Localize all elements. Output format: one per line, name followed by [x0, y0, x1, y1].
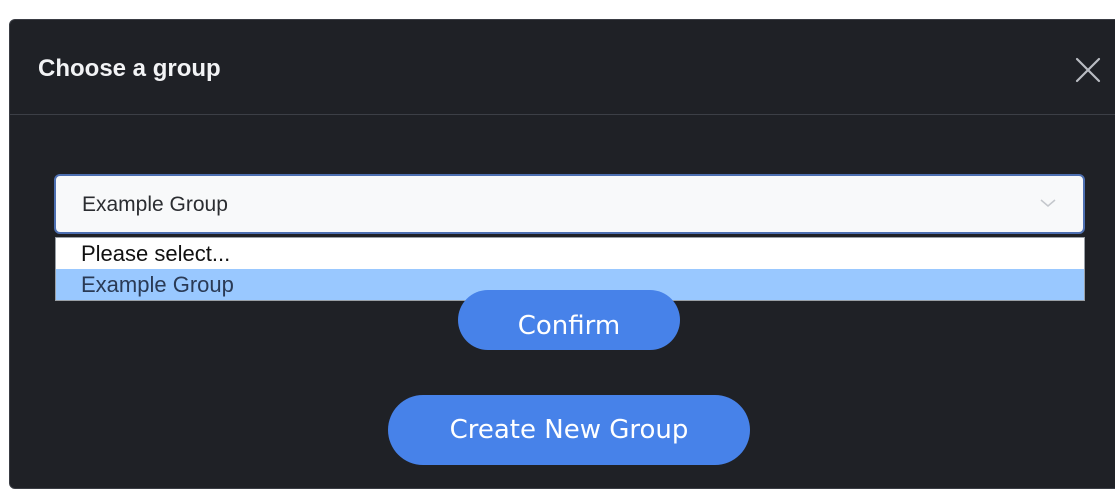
confirm-button[interactable]: Confirm: [458, 290, 680, 350]
dialog-title: Choose a group: [38, 55, 221, 82]
group-select-value: Example Group: [82, 193, 228, 216]
create-new-group-button[interactable]: Create New Group: [388, 395, 750, 465]
close-button[interactable]: [1068, 50, 1108, 90]
chevron-down-icon: [1040, 199, 1056, 207]
option-please-select[interactable]: Please select...: [56, 238, 1084, 269]
group-select[interactable]: Example Group: [54, 174, 1085, 234]
choose-group-dialog: Choose a group Example Group Please sele…: [9, 19, 1115, 489]
dialog-header: Choose a group: [10, 20, 1115, 115]
close-icon: [1075, 57, 1101, 83]
